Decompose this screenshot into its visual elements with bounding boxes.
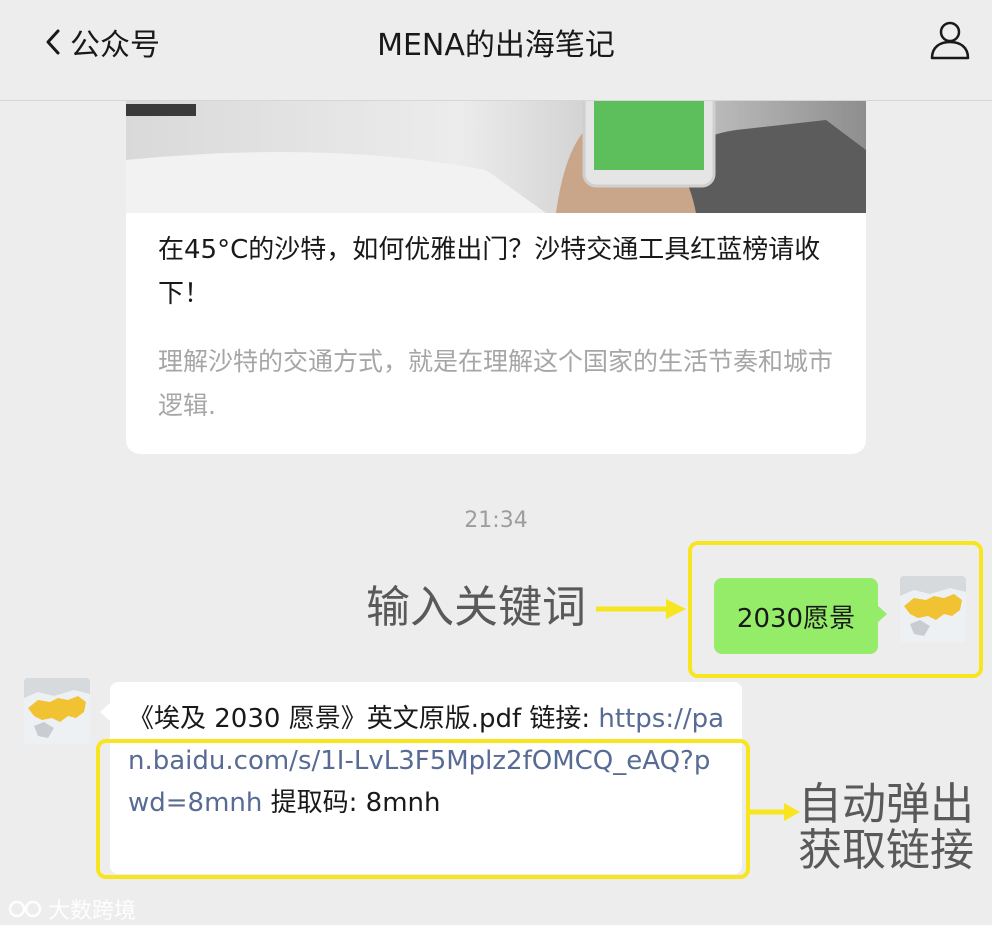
arrow-right-icon: [750, 803, 800, 821]
article-card[interactable]: 在45°C的沙特，如何优雅出门？沙特交通工具红蓝榜请收下！ 理解沙特的交通方式，…: [126, 100, 866, 454]
watermark: 大数跨境: [8, 893, 136, 925]
annotation-line-1: 自动弹出: [798, 779, 974, 830]
logo-icon: [8, 900, 42, 918]
arrow-right-icon: [596, 599, 686, 619]
person-icon[interactable]: [928, 18, 972, 62]
article-cover-image: [126, 100, 866, 213]
account-avatar[interactable]: [24, 678, 90, 744]
article-description: 理解沙特的交通方式，就是在理解这个国家的生活节奏和城市逻辑.: [158, 347, 834, 420]
page-title: MENA的出海笔记: [377, 28, 615, 63]
highlight-box-keyword: [688, 541, 983, 678]
article-title: 在45°C的沙特，如何优雅出门？沙特交通工具红蓝榜请收下！: [158, 235, 821, 309]
mena-map-avatar-icon: [24, 678, 90, 744]
nav-bar: 公众号 MENA的出海笔记: [0, 0, 992, 101]
watermark-text: 大数跨境: [48, 899, 137, 924]
message-text-prefix: 《埃及 2030 愿景》英文原版.pdf 链接:: [128, 704, 599, 734]
annotation-input-keyword: 输入关键词: [366, 582, 586, 633]
annotation-line-2: 获取链接: [798, 825, 974, 876]
annotation-auto-popup: 自动弹出 获取链接: [798, 782, 974, 874]
message-timestamp: 21:34: [464, 508, 528, 533]
highlight-box-link: [96, 739, 750, 879]
